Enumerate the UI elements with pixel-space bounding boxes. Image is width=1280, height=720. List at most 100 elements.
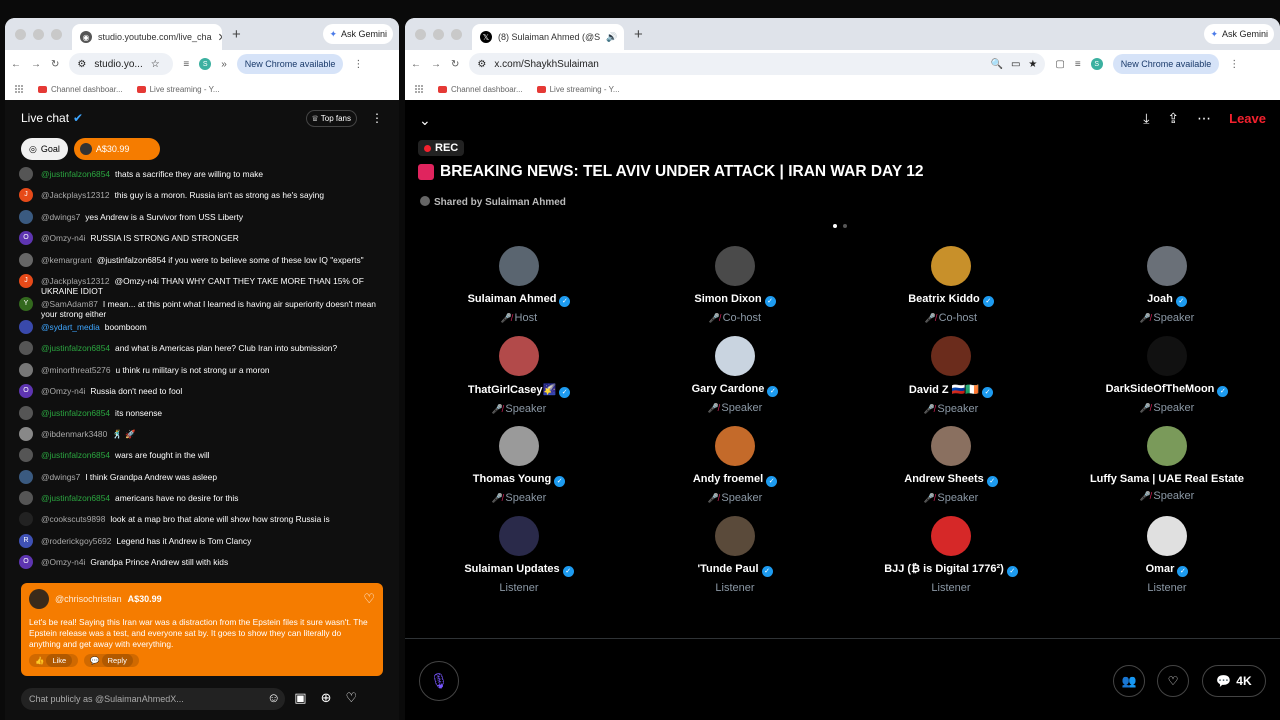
new-chrome-available-button[interactable]: New Chrome available: [236, 54, 344, 74]
chat-author[interactable]: @justinfalzon6854: [41, 408, 110, 418]
address-bar[interactable]: ⚙ studio.yo... ☆: [69, 53, 174, 75]
forward-icon[interactable]: →: [31, 59, 41, 70]
ask-gemini-button[interactable]: ✦ Ask Gemini: [323, 24, 393, 44]
participant-card[interactable]: Thomas Young ✓ 🎤̸ Speaker: [419, 426, 619, 504]
participant-card[interactable]: David Z 🇷🇺🇮🇪 ✓ 🎤̸ Speaker: [851, 336, 1051, 415]
page-dot[interactable]: [843, 224, 847, 228]
chat-author[interactable]: @SamAdam87: [41, 299, 98, 309]
browser-tab[interactable]: ◉ studio.youtube.com/live_cha ✕: [72, 24, 222, 50]
forward-icon[interactable]: →: [431, 59, 441, 70]
minimize-window-button[interactable]: [33, 28, 44, 40]
chat-author[interactable]: @dwings7: [41, 472, 80, 482]
chat-author[interactable]: @roderickgoy5692: [41, 536, 111, 546]
sidepanel-icon[interactable]: ▢: [1055, 59, 1064, 70]
chat-author[interactable]: @ibdenmark3480: [41, 429, 107, 439]
chat-author[interactable]: @kemargrant: [41, 255, 92, 265]
super-chat-icon[interactable]: ▣: [294, 690, 306, 706]
chat-author[interactable]: @sydart_media: [41, 322, 100, 332]
share-icon[interactable]: ⇪: [1167, 110, 1179, 127]
chat-author[interactable]: @Jackplays12312: [41, 190, 110, 200]
apps-icon[interactable]: [15, 84, 24, 94]
chat-author[interactable]: @justinfalzon6854: [41, 169, 110, 179]
maximize-window-button[interactable]: [51, 28, 62, 40]
participant-card[interactable]: 'Tunde Paul ✓ Listener: [635, 516, 835, 594]
chat-author[interactable]: @justinfalzon6854: [41, 343, 110, 353]
profile-avatar[interactable]: S: [1090, 58, 1103, 70]
chat-author[interactable]: @Omzy-n4i: [41, 386, 85, 396]
bookmark-item[interactable]: Live streaming - Y...: [136, 85, 220, 94]
more-options-icon[interactable]: ⋮: [371, 111, 383, 125]
bookmark-item[interactable]: Channel dashboar...: [38, 85, 123, 94]
browser-tab[interactable]: 𝕏 (8) Sulaiman Ahmed (@S 🔊 ✕: [472, 24, 624, 50]
bookmark-star-icon[interactable]: ☆: [151, 59, 160, 70]
participant-card[interactable]: Sulaiman Ahmed ✓ 🎤̸ Host: [419, 246, 619, 324]
microphone-button[interactable]: 🎙: [419, 661, 459, 701]
more-icon[interactable]: ⋯: [1197, 110, 1211, 127]
react-button[interactable]: ♡: [1157, 665, 1189, 697]
participant-card[interactable]: BJJ (₿ is Digital 1776²) ✓ Listener: [851, 516, 1051, 594]
profile-avatar[interactable]: S: [199, 58, 212, 70]
apps-icon[interactable]: [415, 84, 424, 94]
menu-icon[interactable]: ⋮: [353, 59, 363, 70]
top-fans-button[interactable]: ♕ Top fans: [305, 109, 357, 127]
superchat-ticker-chip[interactable]: A$30.99: [73, 138, 160, 160]
emoji-icon[interactable]: ☺: [267, 690, 280, 706]
address-bar[interactable]: ⚙ x.com/ShaykhSulaiman 🔍 ▭ ★: [469, 53, 1046, 75]
cast-icon[interactable]: ▭: [1011, 59, 1020, 70]
ask-gemini-button[interactable]: ✦ Ask Gemini: [1204, 24, 1274, 44]
participant-card[interactable]: Gary Cardone ✓ 🎤̸ Speaker: [635, 336, 835, 414]
participant-card[interactable]: DarkSideOfTheMoon ✓ 🎤̸ Speaker: [1067, 336, 1267, 414]
chat-author[interactable]: @dwings7: [41, 212, 80, 222]
site-info-icon[interactable]: ⚙: [477, 59, 486, 70]
chat-author[interactable]: @justinfalzon6854: [41, 493, 110, 503]
zoom-icon[interactable]: 🔍: [991, 59, 1003, 70]
reload-icon[interactable]: ↻: [451, 59, 459, 70]
reload-icon[interactable]: ↻: [51, 59, 59, 70]
chat-author[interactable]: @Omzy-n4i: [41, 557, 85, 567]
site-info-icon[interactable]: ⚙: [77, 59, 86, 70]
close-tab-icon[interactable]: ✕: [218, 31, 222, 44]
heart-icon[interactable]: ♡: [363, 591, 375, 607]
speaker-icon[interactable]: 🔊: [606, 32, 617, 43]
chat-input[interactable]: Chat publicly as @SulaimanAhmedX...: [21, 688, 285, 710]
dock-icon[interactable]: ⤓: [1143, 110, 1149, 127]
chat-author[interactable]: @minorthreat5276: [41, 365, 111, 375]
extensions-icon[interactable]: ≡: [183, 59, 189, 70]
bookmark-star-icon[interactable]: ★: [1028, 59, 1037, 70]
close-tab-icon[interactable]: ✕: [623, 31, 624, 44]
participant-card[interactable]: Beatrix Kiddo ✓ 🎤̸ Co-host: [851, 246, 1051, 324]
people-button[interactable]: 👥: [1113, 665, 1145, 697]
bookmark-item[interactable]: Live streaming - Y...: [536, 85, 620, 94]
chat-author[interactable]: @cookscuts9898: [41, 514, 105, 524]
participant-card[interactable]: Sulaiman Updates ✓ Listener: [419, 516, 619, 594]
minimize-window-button[interactable]: [433, 28, 444, 40]
back-icon[interactable]: ←: [411, 59, 421, 70]
back-icon[interactable]: ←: [11, 59, 21, 70]
chat-author[interactable]: @Omzy-n4i: [41, 233, 85, 243]
chat-author[interactable]: @justinfalzon6854: [41, 450, 110, 460]
close-window-button[interactable]: [415, 28, 426, 40]
chat-author[interactable]: @Jackplays12312: [41, 276, 110, 286]
participant-card[interactable]: ThatGirlCasey🌠 ✓ 🎤̸ Speaker: [419, 336, 619, 415]
reply-button[interactable]: 💬 Reply: [84, 654, 139, 667]
goal-chip[interactable]: ◎ Goal: [21, 138, 68, 160]
leave-button[interactable]: Leave: [1229, 111, 1266, 126]
collapse-chevron-icon[interactable]: ⌄: [419, 112, 431, 129]
new-tab-button[interactable]: +: [634, 26, 643, 43]
participant-card[interactable]: Andrew Sheets ✓ 🎤̸ Speaker: [851, 426, 1051, 504]
participant-card[interactable]: Joah ✓ 🎤̸ Speaker: [1067, 246, 1267, 324]
menu-icon[interactable]: ⋮: [1229, 59, 1239, 70]
participant-card[interactable]: Andy froemel ✓ 🎤̸ Speaker: [635, 426, 835, 504]
new-tab-button[interactable]: +: [232, 26, 241, 43]
close-window-button[interactable]: [15, 28, 26, 40]
participant-card[interactable]: Luffy Sama | UAE Real Estate 🎤̸ Speaker: [1067, 426, 1267, 502]
extensions-icon[interactable]: ≡: [1075, 59, 1081, 70]
participant-card[interactable]: Simon Dixon ✓ 🎤̸ Co-host: [635, 246, 835, 324]
like-button[interactable]: 👍 Like: [29, 654, 79, 667]
maximize-window-button[interactable]: [451, 28, 462, 40]
page-dot[interactable]: [833, 224, 837, 228]
add-icon[interactable]: ⊕: [321, 690, 332, 706]
comments-count-button[interactable]: 💬 4K: [1202, 665, 1266, 697]
participant-card[interactable]: Omar ✓ Listener: [1067, 516, 1267, 594]
new-chrome-available-button[interactable]: New Chrome available: [1112, 54, 1220, 74]
